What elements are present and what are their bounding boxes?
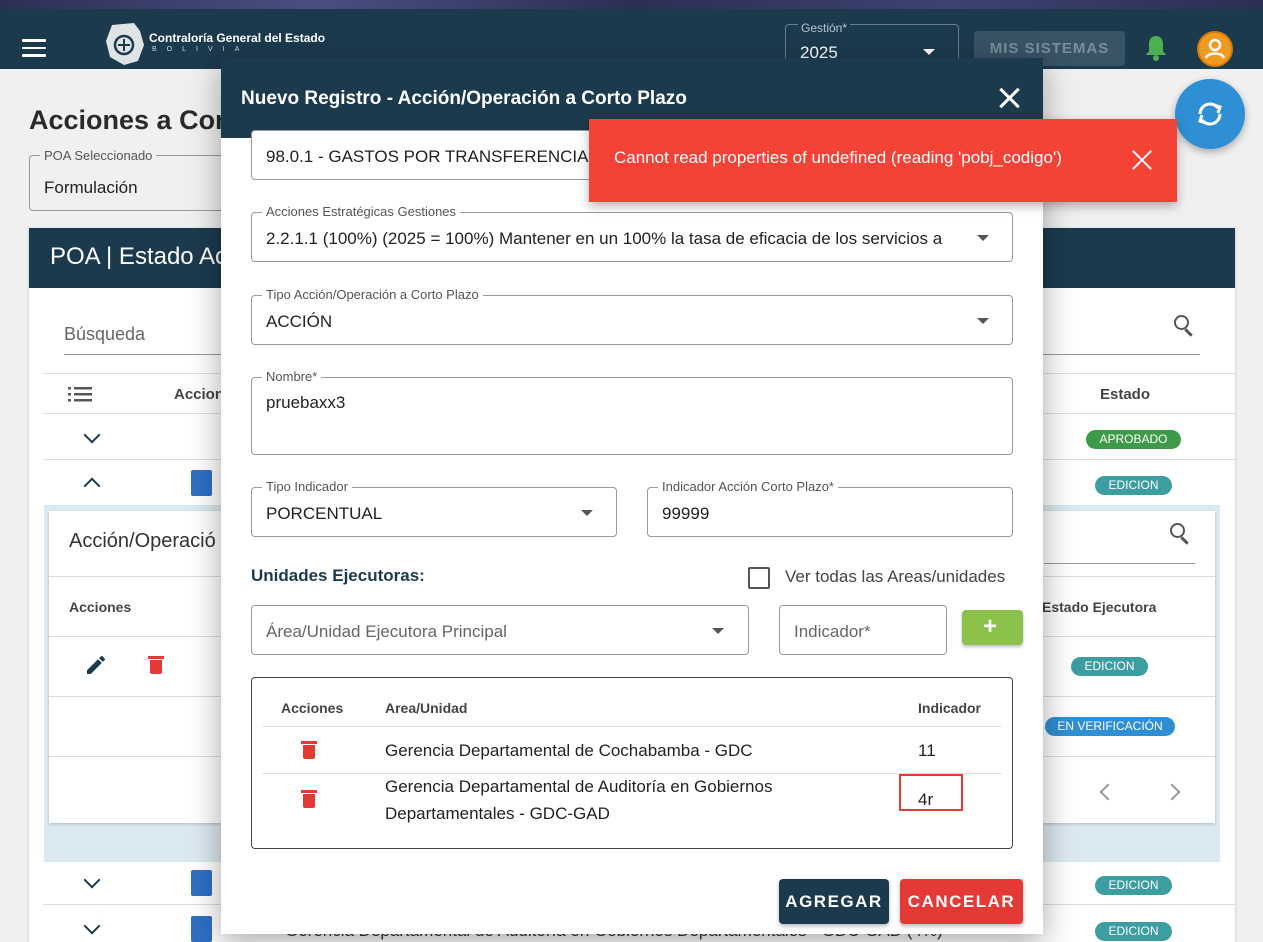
logo-title: Contraloría General del Estado [149,31,326,45]
error-toast: Cannot read properties of undefined (rea… [589,119,1177,202]
header-banner-strip [0,0,1263,9]
chevron-down-icon [923,49,935,55]
close-icon[interactable] [998,87,1020,109]
cancelar-button[interactable]: CANCELAR [900,879,1023,924]
status-badge: EDICION [1095,876,1172,895]
delete-icon[interactable] [301,741,317,759]
indicador-unidad-placeholder: Indicador* [794,622,871,641]
chevron-down-icon[interactable] [83,871,101,889]
status-badge: EDICION [1095,922,1172,941]
close-icon[interactable] [1132,150,1152,170]
tipo-indicador-value: PORCENTUAL [266,504,383,523]
gestion-label: Gestión* [798,21,851,35]
col-acciones: Acciones [69,599,132,615]
row-area-line2: Departamentales - GDC-GAD [385,804,610,823]
chevron-left-icon[interactable] [1099,783,1117,801]
search-underline [1044,563,1195,564]
poa-value: Formulación [44,178,138,197]
col-acciones: Accion [174,386,225,403]
user-avatar[interactable] [1197,31,1233,67]
area-unidad-placeholder: Área/Unidad Ejecutora Principal [266,622,507,641]
acciones-estrategicas-value: 2.2.1.1 (100%) (2025 = 100%) Mantener en… [266,229,943,248]
col-estado-ejecutora: Estado Ejecutora [1042,599,1157,615]
list-icon[interactable] [68,386,92,402]
col-area-unidad: Area/Unidad [385,700,468,716]
tipo-accion-value: ACCIÓN [266,312,333,331]
logo-subtitle: BOLIVIA [152,46,250,53]
plus-icon: + [983,613,998,640]
page-title: Acciones a Cor [29,105,226,135]
chevron-down-icon[interactable] [83,426,101,444]
chevron-up-icon[interactable] [83,477,101,495]
unidades-title: Unidades Ejecutoras: [251,566,425,585]
indicador-edit-highlight[interactable] [899,774,963,811]
sync-icon [1198,102,1222,126]
chevron-right-icon[interactable] [1163,783,1181,801]
indicador-unidad-field[interactable]: Indicador* [779,605,947,655]
chevron-down-icon [581,510,593,516]
menu-icon[interactable] [22,39,46,57]
objetivo-value: 98.0.1 - GASTOS POR TRANSFERENCIAS [266,147,600,166]
acciones-estrategicas-label: Acciones Estratégicas Gestiones [262,204,461,219]
nombre-field[interactable]: Nombre* pruebaxx3 [251,369,1013,455]
status-badge: EN VERIFICACIÓN [1045,717,1175,736]
chevron-down-icon [977,318,989,324]
indicador-value: 99999 [662,504,710,523]
refresh-button[interactable] [1175,79,1245,149]
document-icon[interactable] [191,870,212,896]
nombre-value: pruebaxx3 [266,393,346,412]
logo-emblem-icon [106,23,144,65]
agregar-button[interactable]: AGREGAR [779,879,889,924]
col-indicador: Indicador [918,700,982,716]
tipo-indicador-label: Tipo Indicador [262,479,352,494]
divider [262,726,1002,727]
col-acciones: Acciones [281,700,344,716]
unidades-table: Acciones Area/Unidad Indicador Gerencia … [251,677,1013,849]
poa-label: POA Seleccionado [40,148,157,163]
tipo-indicador-select[interactable]: Tipo Indicador PORCENTUAL [251,479,617,537]
area-unidad-select[interactable]: Área/Unidad Ejecutora Principal [251,605,749,655]
poa-card-title: POA | Estado Ac [50,243,227,270]
bell-icon[interactable] [1143,34,1169,62]
user-icon [1204,38,1226,59]
status-badge: EDICION [1071,657,1148,676]
tipo-accion-select[interactable]: Tipo Acción/Operación a Corto Plazo ACCI… [251,287,1013,345]
indicador-label: Indicador Acción Corto Plazo* [658,479,838,494]
acciones-estrategicas-select[interactable]: Acciones Estratégicas Gestiones 2.2.1.1 … [251,204,1013,262]
ver-todas-label: Ver todas las Areas/unidades [785,567,1006,586]
col-estado: Estado [1100,386,1151,403]
indicador-field[interactable]: Indicador Acción Corto Plazo* 99999 [647,479,1013,537]
search-input[interactable]: Búsqueda [64,324,145,345]
acciones-card-title: Acción/Operació [69,530,216,552]
status-badge: EDICION [1095,476,1172,495]
add-unidad-button[interactable]: + [962,610,1023,645]
edit-icon[interactable] [84,653,108,677]
error-message: Cannot read properties of undefined (rea… [614,148,1062,167]
row-area: Gerencia Departamental de Cochabamba - G… [385,741,753,760]
chevron-down-icon [712,628,724,634]
row-indicador: 11 [918,741,936,760]
search-icon[interactable] [1170,523,1190,545]
chevron-down-icon[interactable] [83,917,101,935]
dialog-title: Nuevo Registro - Acción/Operación a Cort… [241,88,687,109]
delete-icon[interactable] [301,790,317,808]
nombre-label: Nombre* [262,369,322,384]
status-badge: APROBADO [1086,430,1181,449]
chevron-down-icon [977,235,989,241]
search-icon[interactable] [1174,315,1194,337]
document-icon[interactable] [191,470,212,496]
divider [262,773,1002,774]
delete-icon[interactable] [148,656,164,674]
poa-select[interactable]: POA Seleccionado Formulación [29,148,229,211]
tipo-accion-label: Tipo Acción/Operación a Corto Plazo [262,287,483,302]
document-icon[interactable] [191,916,212,942]
row-area-line1: Gerencia Departamental de Auditoría en G… [385,777,773,796]
ver-todas-checkbox[interactable] [748,567,770,589]
